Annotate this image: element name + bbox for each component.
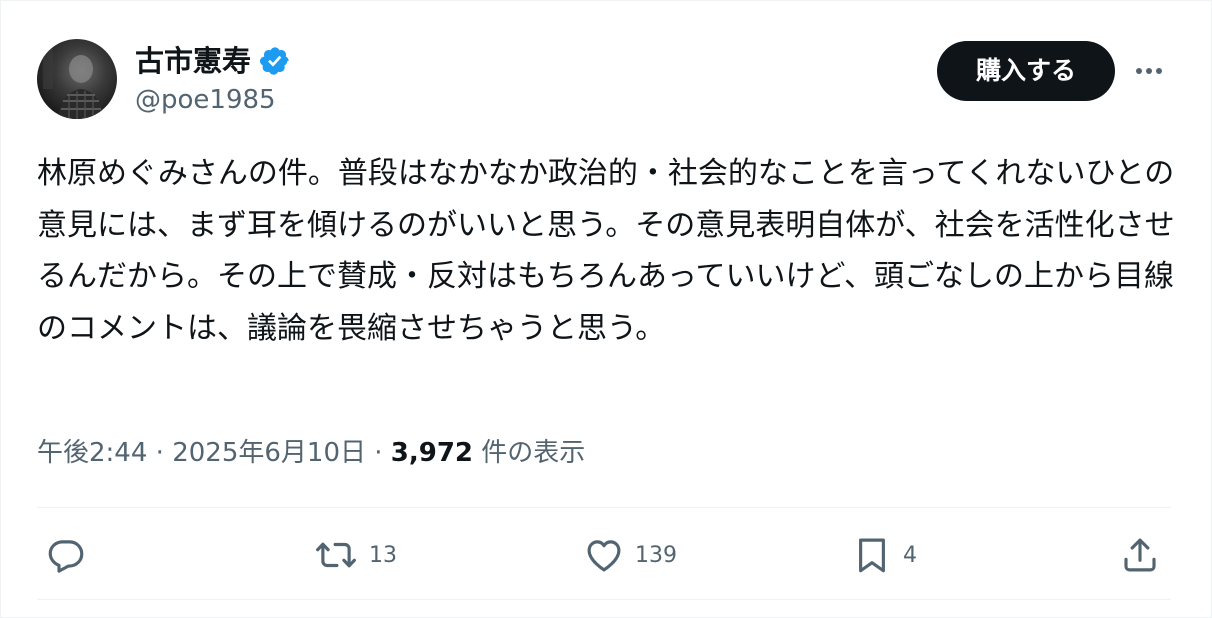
retweet-icon xyxy=(313,534,359,576)
buy-button[interactable]: 購入する xyxy=(937,41,1115,101)
retweet-button[interactable]: 13 xyxy=(313,533,397,577)
profile-photo-icon xyxy=(43,49,105,119)
meta-separator: · xyxy=(374,438,383,468)
tweet-card: 古市憲寿 @poe1985 購入する 林原めぐみさんの件。普段はなかなか政治的・… xyxy=(0,0,1212,618)
bookmark-count: 4 xyxy=(903,542,917,568)
avatar[interactable] xyxy=(37,39,117,119)
reply-button[interactable] xyxy=(45,533,87,577)
like-count: 139 xyxy=(635,542,677,568)
tweet-date[interactable]: 2025年6月10日 xyxy=(172,438,366,468)
display-name[interactable]: 古市憲寿 xyxy=(135,43,291,79)
user-handle[interactable]: @poe1985 xyxy=(135,83,276,117)
tweet-meta: 午後2:44 · 2025年6月10日 · 3,972 件の表示 xyxy=(37,435,585,471)
display-name-text: 古市憲寿 xyxy=(135,44,252,78)
views-count[interactable]: 3,972 xyxy=(391,438,473,468)
tweet-text: 林原めぐみさんの件。普段はなかなか政治的・社会的なことを言ってくれないひとの意見… xyxy=(37,156,1175,346)
verified-badge-icon[interactable] xyxy=(259,45,291,77)
share-icon xyxy=(1119,534,1161,576)
tweet-time[interactable]: 午後2:44 xyxy=(37,438,147,468)
divider xyxy=(37,507,1171,508)
reply-icon xyxy=(45,534,87,576)
bookmark-icon xyxy=(851,534,893,576)
views-label: 件の表示 xyxy=(481,438,586,468)
bookmark-button[interactable]: 4 xyxy=(851,533,917,577)
retweet-count: 13 xyxy=(369,542,397,568)
more-dots-icon[interactable] xyxy=(1131,57,1167,85)
heart-icon xyxy=(583,534,625,576)
meta-separator: · xyxy=(155,438,164,468)
share-button[interactable] xyxy=(1119,533,1161,577)
divider xyxy=(37,599,1171,600)
like-button[interactable]: 139 xyxy=(583,533,677,577)
